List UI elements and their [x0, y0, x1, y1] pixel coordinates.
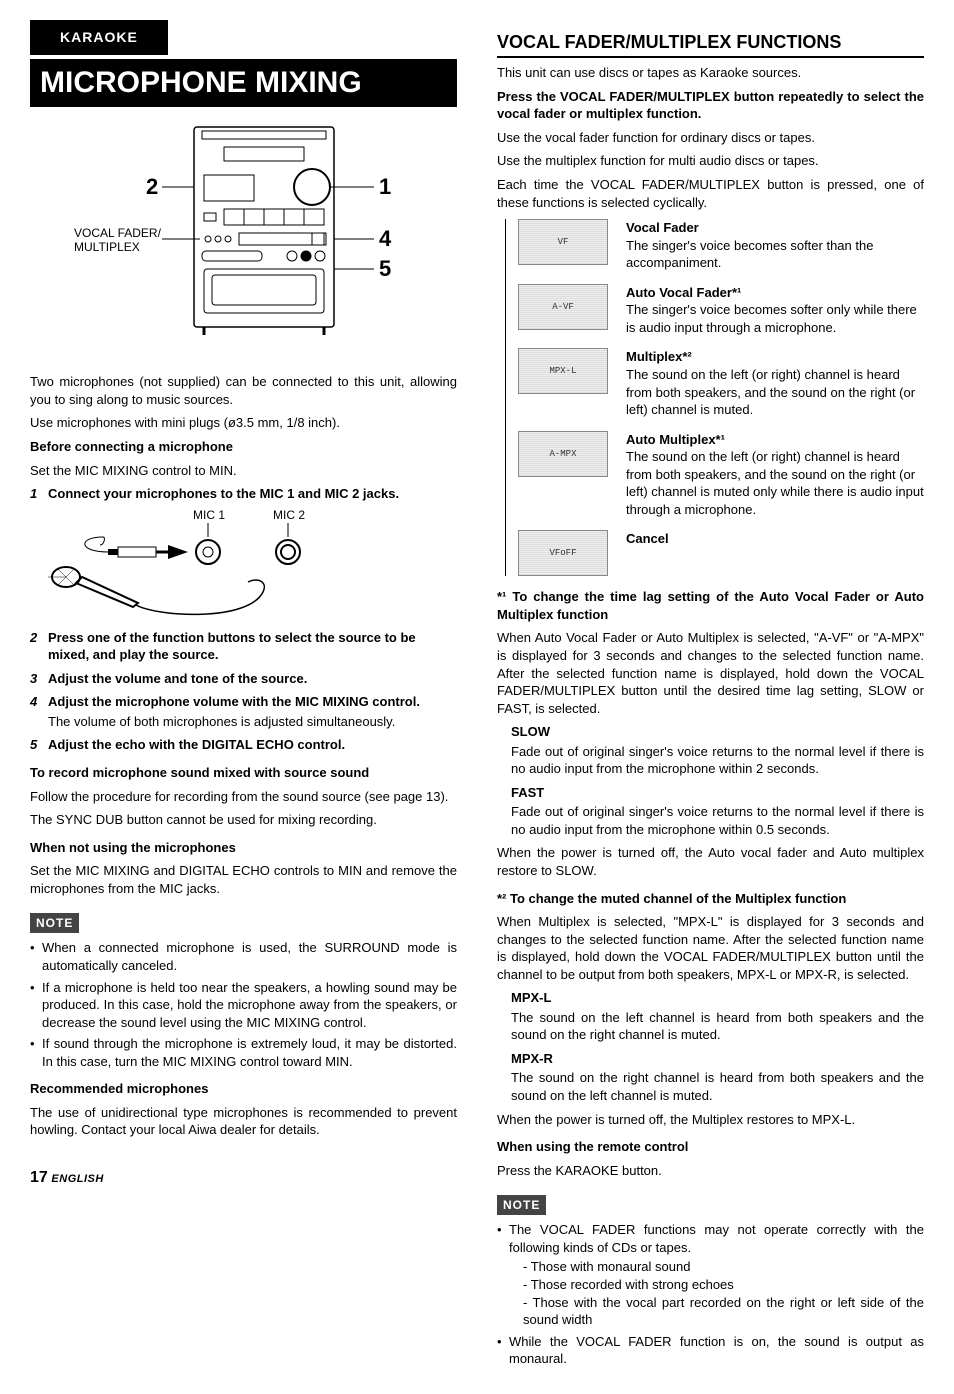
remote-heading: When using the remote control	[497, 1138, 924, 1156]
svg-text:MIC 1: MIC 1	[193, 508, 225, 522]
step-2: 2Press one of the function buttons to se…	[30, 629, 457, 664]
page-content: KARAOKE MICROPHONE MIXING	[30, 20, 924, 1374]
slow-body: Fade out of original singer's voice retu…	[511, 743, 924, 778]
display-icon: VF	[518, 219, 608, 265]
mode-vocal-fader: VF Vocal FaderThe singer's voice becomes…	[518, 219, 924, 272]
svg-text:MULTIPLEX: MULTIPLEX	[74, 240, 140, 254]
svg-text:MIC 2: MIC 2	[273, 508, 305, 522]
callout-2: 2	[146, 174, 158, 199]
mode-cancel: VFoFF Cancel	[518, 530, 924, 576]
note-list-left: When a connected microphone is used, the…	[30, 939, 457, 1070]
fast-heading: FAST	[511, 785, 544, 800]
step-4-body: The volume of both microphones is adjust…	[48, 713, 457, 731]
intro-text-2: Use microphones with mini plugs (ø3.5 mm…	[30, 414, 457, 432]
press-b1: Use the vocal fader function for ordinar…	[497, 129, 924, 147]
mode-auto-multiplex: A-MPX Auto Multiplex*¹The sound on the l…	[518, 431, 924, 519]
footnote2-heading: *² To change the muted channel of the Mu…	[497, 890, 924, 908]
callout-1: 1	[379, 174, 391, 199]
intro-text-1: Two microphones (not supplied) can be co…	[30, 373, 457, 408]
footnote2-body: When Multiplex is selected, "MPX-L" is d…	[497, 913, 924, 983]
mode-multiplex: MPX-L Multiplex*²The sound on the left (…	[518, 348, 924, 418]
before-body: Set the MIC MIXING control to MIN.	[30, 462, 457, 480]
step-1: 1 Connect your microphones to the MIC 1 …	[30, 485, 457, 503]
record-body-1: Follow the procedure for recording from …	[30, 788, 457, 806]
recmic-body: The use of unidirectional type microphon…	[30, 1104, 457, 1139]
footnote1-heading: *¹ To change the time lag setting of the…	[497, 588, 924, 623]
note-badge-left: NOTE	[30, 913, 79, 933]
section-tab: KARAOKE	[30, 20, 168, 55]
press-b3: Each time the VOCAL FADER/MULTIPLEX butt…	[497, 176, 924, 211]
right-intro: This unit can use discs or tapes as Kara…	[497, 64, 924, 82]
step-3: 3Adjust the volume and tone of the sourc…	[30, 670, 457, 688]
mpxr-body: The sound on the right channel is heard …	[511, 1069, 924, 1104]
recmic-heading: Recommended microphones	[30, 1080, 457, 1098]
footnote1-body: When Auto Vocal Fader or Auto Multiplex …	[497, 629, 924, 717]
right-column: VOCAL FADER/MULTIPLEX FUNCTIONS This uni…	[497, 20, 924, 1374]
mode-cycle: VF Vocal FaderThe singer's voice becomes…	[505, 219, 924, 576]
fast-body: Fade out of original singer's voice retu…	[511, 803, 924, 838]
mpxl-heading: MPX-L	[511, 990, 551, 1005]
notusing-body: Set the MIC MIXING and DIGITAL ECHO cont…	[30, 862, 457, 897]
mpxl-body: The sound on the left channel is heard f…	[511, 1009, 924, 1044]
display-icon: MPX-L	[518, 348, 608, 394]
step-5: 5Adjust the echo with the DIGITAL ECHO c…	[30, 736, 457, 754]
left-column: KARAOKE MICROPHONE MIXING	[30, 20, 457, 1374]
right-title: VOCAL FADER/MULTIPLEX FUNCTIONS	[497, 30, 924, 58]
vocal-fader-label: VOCAL FADER/	[74, 226, 162, 240]
main-title: MICROPHONE MIXING	[30, 59, 457, 108]
note-list-right: The VOCAL FADER functions may not operat…	[497, 1221, 924, 1367]
mic-jack-diagram: MIC 1 MIC 2	[48, 507, 348, 617]
record-heading: To record microphone sound mixed with so…	[30, 764, 457, 782]
callout-4: 4	[379, 226, 392, 251]
notusing-heading: When not using the microphones	[30, 839, 457, 857]
page-footer: 17 ENGLISH	[30, 1167, 457, 1189]
mode-auto-vocal-fader: A-VF Auto Vocal Fader*¹The singer's voic…	[518, 284, 924, 337]
step-4: 4Adjust the microphone volume with the M…	[30, 693, 457, 711]
before-heading: Before connecting a microphone	[30, 438, 457, 456]
display-icon: A-VF	[518, 284, 608, 330]
press-heading: Press the VOCAL FADER/MULTIPLEX button r…	[497, 88, 924, 123]
mpxr-heading: MPX-R	[511, 1051, 553, 1066]
slow-heading: SLOW	[511, 724, 550, 739]
footnote1-body2: When the power is turned off, the Auto v…	[497, 844, 924, 879]
remote-body: Press the KARAOKE button.	[497, 1162, 924, 1180]
display-icon: A-MPX	[518, 431, 608, 477]
callout-5: 5	[379, 256, 391, 281]
display-icon: VFoFF	[518, 530, 608, 576]
stereo-diagram: 1 2 4 5 VOCAL FADER/ MULTIPLEX	[74, 117, 414, 357]
footnote2-body2: When the power is turned off, the Multip…	[497, 1111, 924, 1129]
record-body-2: The SYNC DUB button cannot be used for m…	[30, 811, 457, 829]
press-b2: Use the multiplex function for multi aud…	[497, 152, 924, 170]
note-badge-right: NOTE	[497, 1195, 546, 1215]
